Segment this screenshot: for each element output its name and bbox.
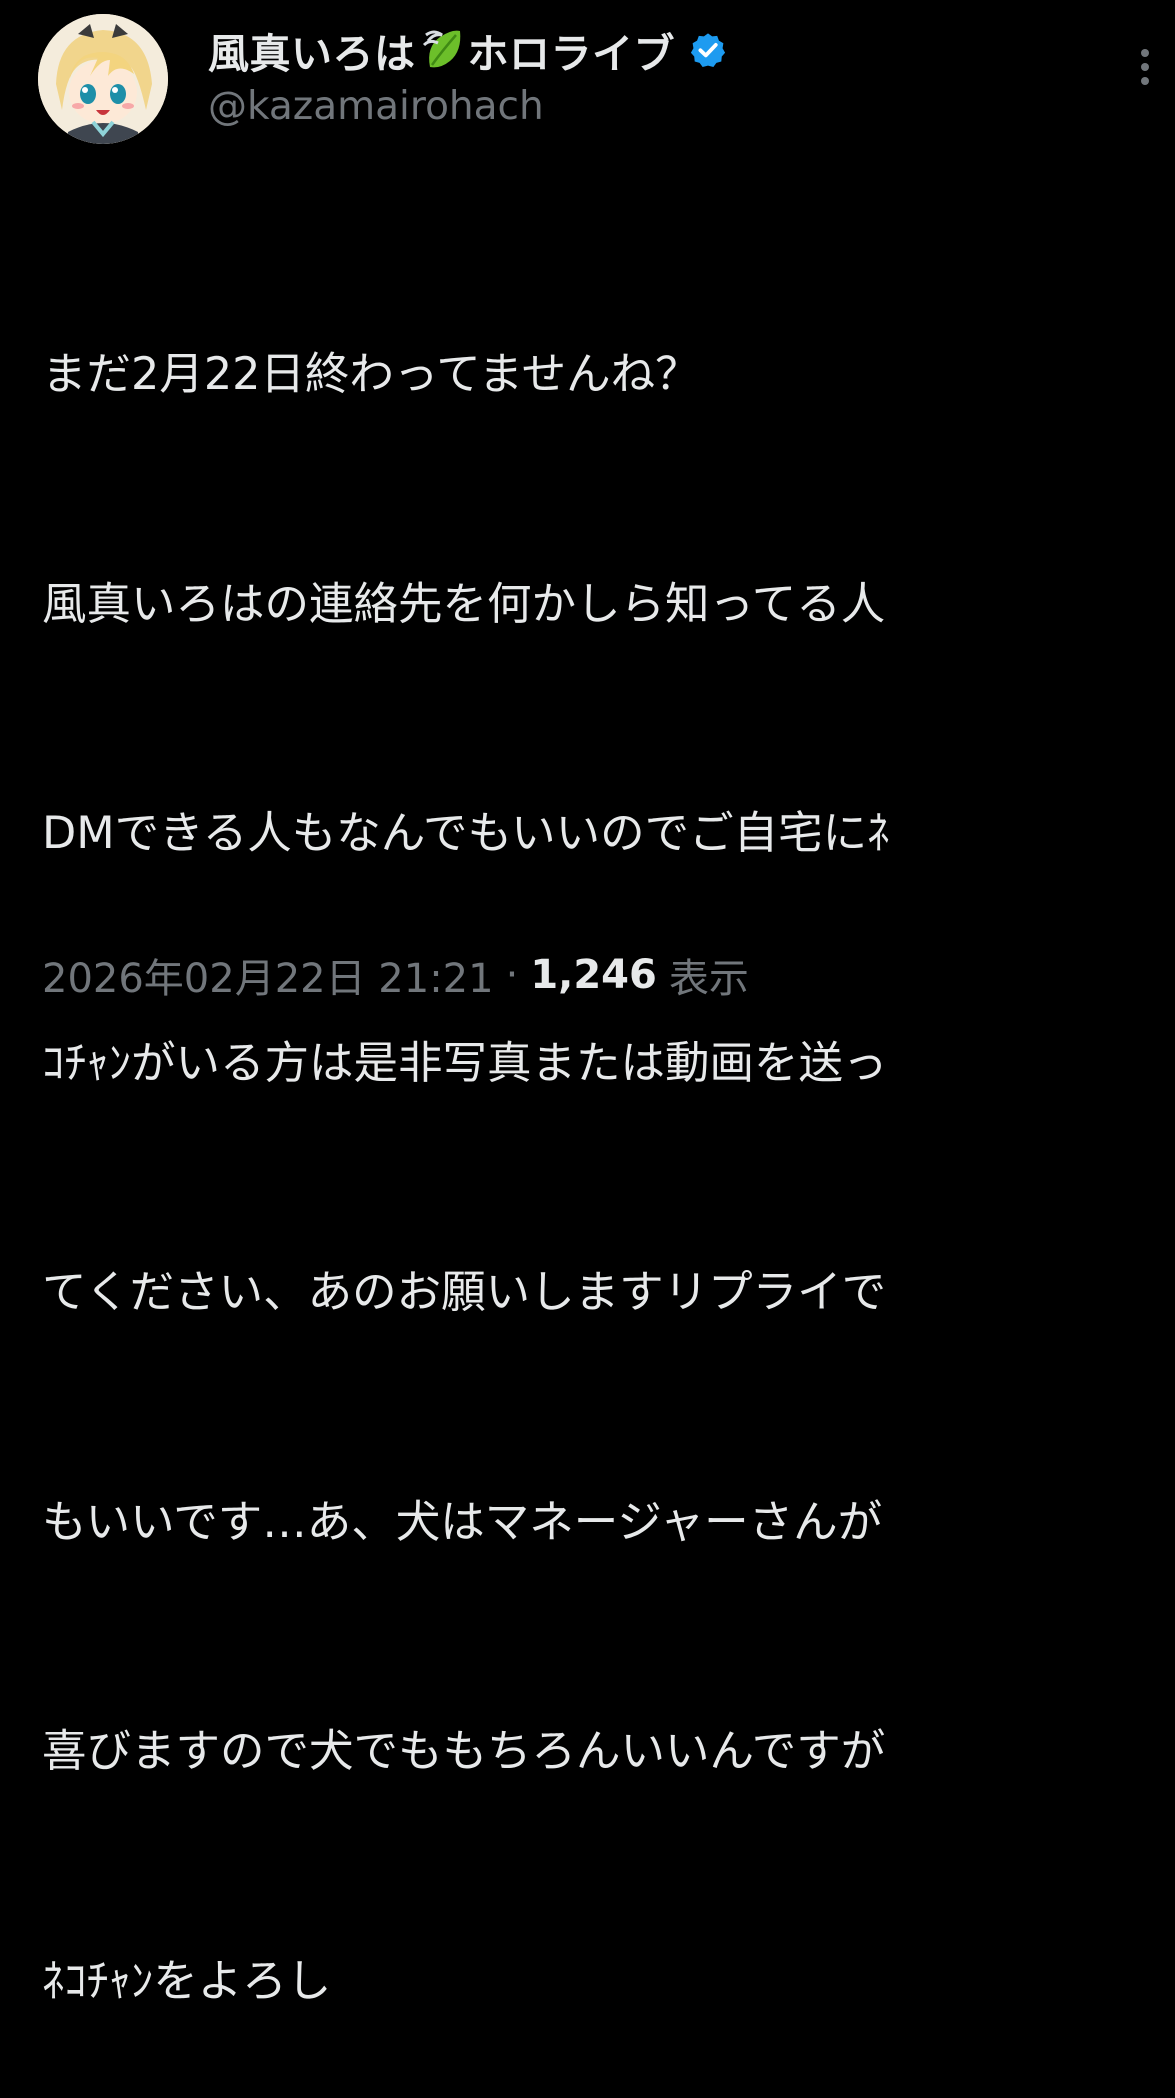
more-vertical-icon[interactable] (1130, 44, 1160, 90)
tweet-text-line: 風真いろはの連絡先を何かしら知ってる人 (42, 578, 886, 630)
leaf-emoji-icon (420, 27, 464, 73)
tweet-timestamp[interactable]: 2026年02月22日 21:21 (42, 946, 494, 1004)
avatar[interactable] (38, 14, 168, 144)
avatar-icon (38, 14, 168, 144)
tweet-text: まだ2月22日終わってませんね？ 風真いろはの連絡先を何かしら知ってる人 DMで… (42, 184, 1175, 2098)
tweet-detail: 風真いろは ホロライブ @kazamairohach まだ2月22日終わってませ… (0, 0, 1175, 2007)
tweet-text-line: てください、あのお願いしますリプライで (42, 1267, 887, 1318)
verified-badge-icon (689, 31, 727, 69)
tweet-text-line: DMできる人もなんでもいいのでご自宅にﾈ (42, 808, 890, 859)
view-count-label: 表示 (668, 956, 749, 1002)
author-handle[interactable]: @kazamairohach (208, 84, 544, 129)
tweet-text-line: まだ2月22日終わってませんね？ (42, 349, 700, 400)
tweet-text-line: ｺﾁｬﾝがいる方は是非写真または動画を送っ (42, 1037, 888, 1089)
author-name-row: 風真いろは ホロライブ (208, 22, 727, 78)
tweet-text-line: ﾈｺﾁｬﾝをよろし (42, 1955, 332, 2007)
meta-separator: · (505, 952, 519, 998)
author-display-name[interactable]: 風真いろは (208, 20, 416, 80)
tweet-text-line: 喜びますので犬でももちろんいいんですが (42, 1726, 886, 1777)
tweet-meta: 2026年02月22日 21:21 · 1,246 表示 (42, 945, 749, 1005)
tweet-text-line: もいいです…あ、犬はマネージャーさんが (42, 1496, 883, 1548)
view-count: 1,246 (530, 952, 657, 998)
author-affiliation[interactable]: ホロライブ (468, 20, 676, 80)
